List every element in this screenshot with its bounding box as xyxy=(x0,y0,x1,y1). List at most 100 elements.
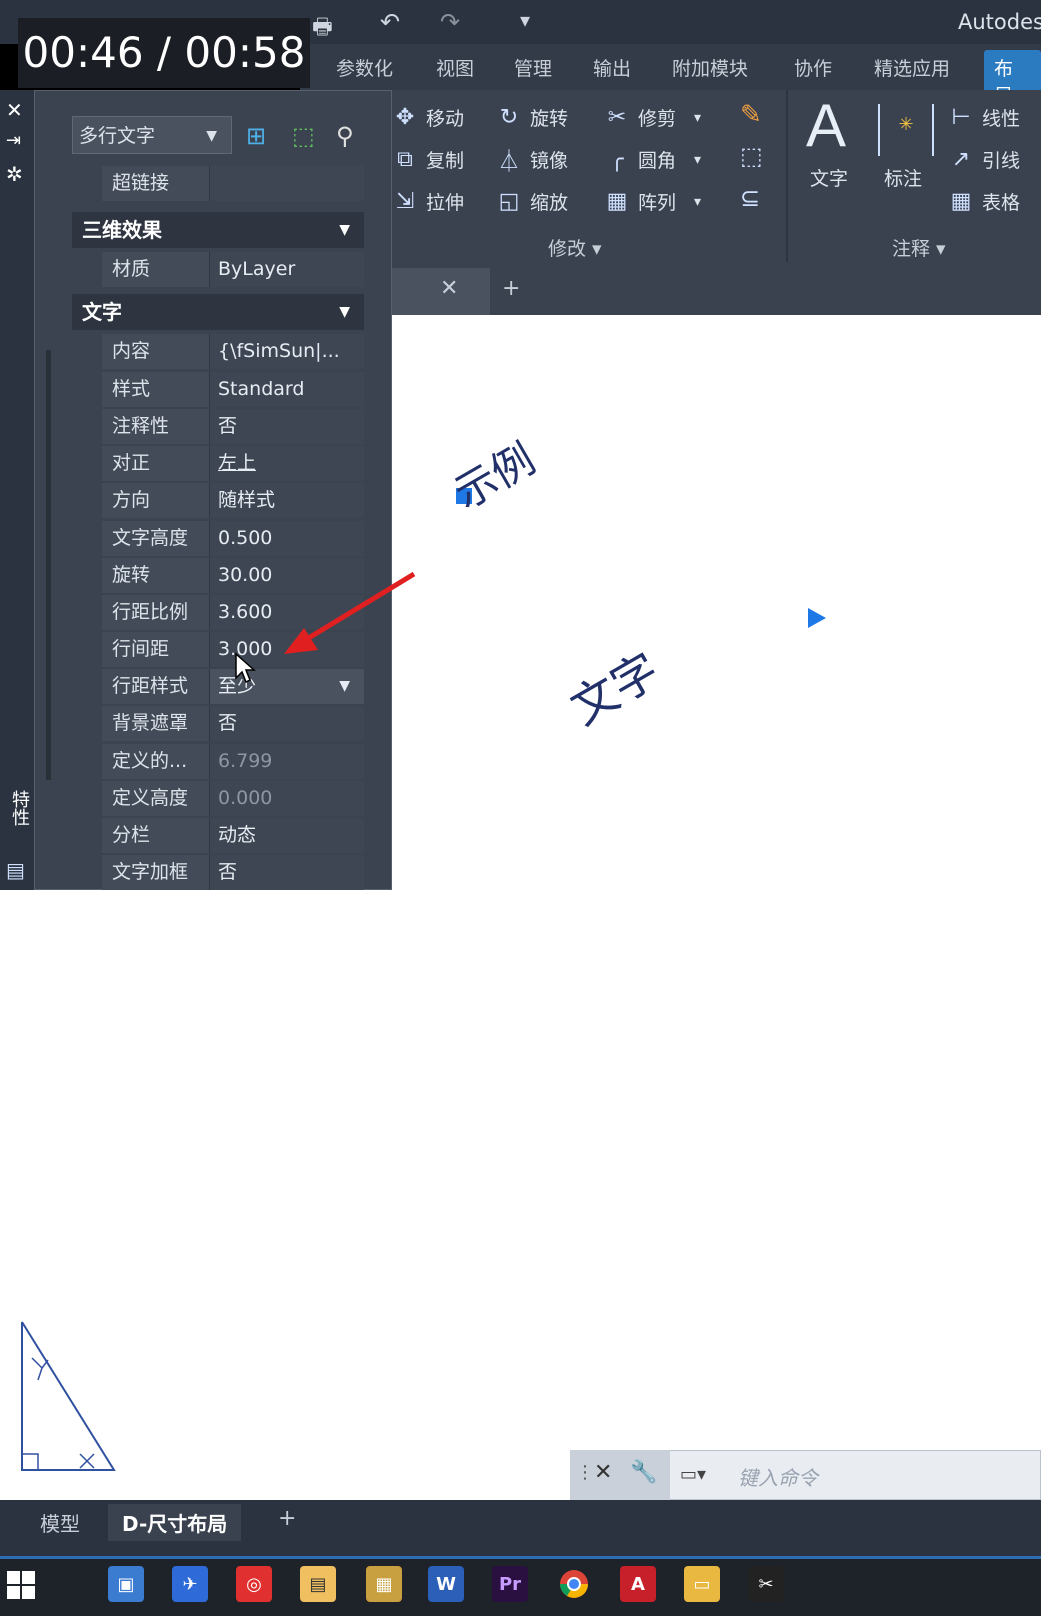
palette-settings-icon[interactable]: ✲ xyxy=(6,162,23,186)
taskbar-folder-icon[interactable]: ▭ xyxy=(684,1566,720,1602)
prop-material[interactable]: 材质 ByLayer xyxy=(102,252,364,287)
calculator-icon[interactable]: ▤ xyxy=(6,858,25,882)
linear-button[interactable]: ⊢ 线性 xyxy=(948,104,1020,131)
leader-button[interactable]: ↗ 引线 xyxy=(948,146,1020,173)
document-tab[interactable] xyxy=(385,268,490,315)
section-3d-effects[interactable]: 三维效果 ▼ xyxy=(72,212,364,248)
taskbar-capcut-icon[interactable]: ✂ xyxy=(748,1566,784,1602)
grip-icon[interactable]: ⋮ xyxy=(576,1462,594,1483)
mirror-button[interactable]: ⏃ 镜像 xyxy=(496,146,568,175)
text-tool-icon[interactable]: A xyxy=(806,96,846,156)
move-icon: ✥ xyxy=(395,105,415,130)
redo-icon[interactable]: ↷ xyxy=(440,8,460,36)
taskbar-word-icon[interactable]: W xyxy=(428,1566,464,1602)
prop-line-space-style[interactable]: 行距样式 至少 ▼ xyxy=(102,669,364,704)
windows-start-icon[interactable] xyxy=(6,1570,36,1600)
dimension-label[interactable]: 标注 xyxy=(884,164,922,191)
autohide-icon[interactable]: ⇥ xyxy=(6,130,21,151)
prop-annotative[interactable]: 注释性否 xyxy=(102,409,364,444)
tab-addins[interactable]: 附加模块 xyxy=(672,54,748,81)
taskbar-premiere-icon[interactable]: Pr xyxy=(492,1566,528,1602)
command-history-icon[interactable]: ▭▾ xyxy=(680,1464,706,1485)
taskbar-image-icon[interactable]: ▤ xyxy=(300,1566,336,1602)
table-button[interactable]: ▦ 表格 xyxy=(948,188,1020,215)
array-icon: ▦ xyxy=(606,189,628,214)
rotate-button[interactable]: ↻ 旋转 xyxy=(496,104,568,131)
text-tool-label[interactable]: 文字 xyxy=(810,164,848,191)
fillet-icon: ╭ xyxy=(610,147,624,172)
leader-icon: ↗ xyxy=(951,147,971,172)
tab-output[interactable]: 输出 xyxy=(593,54,631,81)
customize-dropdown-icon[interactable]: ▾ xyxy=(520,8,530,32)
prop-defined-height[interactable]: 定义高度 0.000 xyxy=(102,781,364,816)
modify-group-label[interactable]: 修改 ▾ xyxy=(548,234,602,261)
properties-side-label: 特性 xyxy=(9,790,30,826)
tab-featured-apps[interactable]: 精选应用 xyxy=(874,54,950,81)
fillet-dropdown-icon[interactable]: ▾ xyxy=(694,152,701,168)
column-grip-arrow-icon[interactable] xyxy=(806,606,828,630)
prop-defined-width[interactable]: 定义的... 6.799 xyxy=(102,744,364,779)
triangle-drawing[interactable] xyxy=(10,1312,120,1482)
taskbar-bird-icon[interactable]: ✈ xyxy=(172,1566,208,1602)
palette-scrollbar[interactable] xyxy=(46,350,51,780)
undo-icon[interactable]: ↶ xyxy=(380,8,400,36)
tab-layout-dimension[interactable]: D-尺寸布局 xyxy=(108,1504,242,1541)
quick-select-icon[interactable]: ⚲ xyxy=(336,122,354,150)
taskbar-autocad-icon[interactable]: A xyxy=(620,1566,656,1602)
drawing-canvas-lower[interactable] xyxy=(0,890,1041,1500)
command-input[interactable]: 键入命令 xyxy=(738,1462,818,1491)
prop-hyperlink[interactable]: 超链接 xyxy=(102,166,364,201)
command-line-tools: ⋮ ✕ 🔧 xyxy=(570,1450,670,1500)
array-dropdown-icon[interactable]: ▾ xyxy=(694,194,701,210)
prop-text-frame[interactable]: 文字加框否 xyxy=(102,855,364,890)
stretch-button[interactable]: ⇲ 拉伸 xyxy=(392,188,464,215)
stretch-icon: ⇲ xyxy=(395,189,415,214)
array-button[interactable]: ▦ 阵列 ▾ xyxy=(604,188,701,215)
object-type-select[interactable]: 多行文字 ▼ xyxy=(72,116,232,154)
offset-icon[interactable]: ⊆ xyxy=(740,184,760,212)
copy-button[interactable]: ⧉ 复制 xyxy=(392,146,464,173)
prop-background-mask[interactable]: 背景遮罩否 xyxy=(102,706,364,741)
erase-icon[interactable]: ✎ xyxy=(740,100,762,130)
annotation-group-label[interactable]: 注释 ▾ xyxy=(892,234,946,261)
close-palette-icon[interactable]: ✕ xyxy=(6,98,23,122)
tab-parametric[interactable]: 参数化 xyxy=(336,54,393,81)
select-objects-icon[interactable]: ⬚ xyxy=(292,122,315,150)
palette-side-strip: ✕ ⇥ ✲ 特性 ▤ xyxy=(0,90,34,890)
print-icon[interactable]: 🖶 xyxy=(312,10,333,48)
collapse-icon: ▼ xyxy=(339,304,350,320)
mouse-cursor-icon xyxy=(235,652,256,684)
explode-icon[interactable]: ⬚ xyxy=(740,142,763,170)
prop-style[interactable]: 样式 Standard xyxy=(102,372,364,407)
taskbar-music-icon[interactable]: ◎ xyxy=(236,1566,272,1602)
prop-text-height[interactable]: 文字高度 0.500 xyxy=(102,521,364,556)
scale-button[interactable]: ◱ 缩放 xyxy=(496,188,568,215)
add-layout-icon[interactable]: + xyxy=(278,1506,296,1531)
customize-wrench-icon[interactable]: 🔧 xyxy=(630,1460,657,1485)
taskbar-clapper-icon[interactable]: ▦ xyxy=(366,1566,402,1602)
rotate-icon: ↻ xyxy=(499,105,519,130)
tab-model[interactable]: 模型 xyxy=(26,1504,94,1541)
prop-columns[interactable]: 分栏 动态 xyxy=(102,818,364,853)
prop-justify[interactable]: 对正 左上 xyxy=(102,446,364,481)
prop-direction[interactable]: 方向 随样式 xyxy=(102,483,364,518)
tab-manage[interactable]: 管理 xyxy=(514,54,552,81)
trim-dropdown-icon[interactable]: ▾ xyxy=(694,110,701,126)
close-command-icon[interactable]: ✕ xyxy=(594,1460,612,1485)
trim-button[interactable]: ✂ 修剪 ▾ xyxy=(604,104,701,131)
section-text[interactable]: 文字 ▼ xyxy=(72,294,364,330)
new-tab-icon[interactable]: + xyxy=(502,276,520,301)
move-button[interactable]: ✥ 移动 xyxy=(392,104,464,131)
toggle-pickadd-icon[interactable]: ⊞ xyxy=(246,122,266,150)
prop-contents[interactable]: 内容 {\fSimSun|... xyxy=(102,334,364,369)
chevron-down-icon: ▼ xyxy=(206,128,217,144)
close-tab-icon[interactable]: ✕ xyxy=(440,276,458,301)
tab-view[interactable]: 视图 xyxy=(436,54,474,81)
fillet-button[interactable]: ╭ 圆角 ▾ xyxy=(604,146,701,173)
tab-collaborate[interactable]: 协作 xyxy=(794,54,832,81)
taskbar-chrome-icon[interactable] xyxy=(556,1566,592,1602)
taskbar-app-icon[interactable]: ▣ xyxy=(108,1566,144,1602)
scale-icon: ◱ xyxy=(498,189,520,214)
dimension-icon[interactable]: ✳ xyxy=(878,104,934,156)
table-icon: ▦ xyxy=(950,189,972,214)
